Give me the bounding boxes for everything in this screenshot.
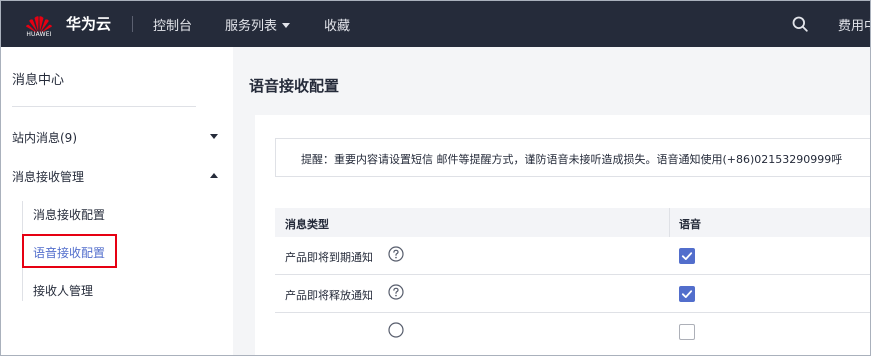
notice-text: 提醒：重要内容请设置短信 邮件等提醒方式，谨防语音未接听造成损失。语音通知使用(… <box>301 153 843 166</box>
sidebar-group-site-messages[interactable]: 站内消息(9) <box>12 129 77 146</box>
window-frame: HUAWEI 华为云 控制台 服务列表 收藏 费用中 消息中心 站内消息(9) … <box>0 0 871 356</box>
table-row: 产品即将到期通知 <box>275 237 870 275</box>
checkmark-icon <box>681 290 693 298</box>
sidebar: 消息中心 站内消息(9) 消息接收管理 消息接收配置 语音接收配置 接收人管理 <box>1 47 233 355</box>
search-icon[interactable] <box>792 16 808 32</box>
page-title: 语音接收配置 <box>249 77 340 95</box>
caret-down-icon[interactable] <box>210 134 218 139</box>
nav-billing-link[interactable]: 费用中 <box>838 15 870 34</box>
voice-checkbox[interactable] <box>679 286 695 302</box>
nav-console-link[interactable]: 控制台 <box>153 15 192 34</box>
logo-wordmark: HUAWEI <box>26 31 52 38</box>
sidebar-item-recipient-management[interactable]: 接收人管理 <box>33 282 93 299</box>
help-icon[interactable] <box>388 322 404 338</box>
caret-up-icon[interactable] <box>210 173 218 178</box>
voice-checkbox[interactable] <box>679 324 695 340</box>
top-navigation-bar: HUAWEI 华为云 控制台 服务列表 收藏 费用中 <box>1 1 870 47</box>
column-header-voice: 语音 <box>679 218 701 231</box>
row-label: 产品即将到期通知 <box>285 251 373 264</box>
nav-service-list-label: 服务列表 <box>225 19 278 34</box>
table-row: 产品即将释放通知 <box>275 275 870 313</box>
help-icon[interactable] <box>388 284 404 300</box>
help-icon[interactable] <box>388 246 404 262</box>
table-row <box>275 313 870 350</box>
row-label: 产品即将释放通知 <box>285 289 373 302</box>
brand-name[interactable]: 华为云 <box>66 13 111 34</box>
checkmark-icon <box>681 252 693 260</box>
highlight-annotation-box <box>22 234 117 268</box>
sidebar-divider <box>12 106 196 107</box>
nav-service-list-menu[interactable]: 服务列表 <box>225 15 291 34</box>
sidebar-item-message-receive-config[interactable]: 消息接收配置 <box>33 206 105 223</box>
voice-checkbox[interactable] <box>679 248 695 264</box>
column-header-message-type: 消息类型 <box>285 218 329 231</box>
caret-down-icon <box>282 23 291 28</box>
column-divider <box>669 208 670 237</box>
notice-banner: 提醒：重要内容请设置短信 邮件等提醒方式，谨防语音未接听造成损失。语音通知使用(… <box>275 138 870 177</box>
nav-favorites-link[interactable]: 收藏 <box>324 15 350 34</box>
sidebar-title: 消息中心 <box>12 73 65 88</box>
nav-divider <box>132 16 133 32</box>
sidebar-group-receive-management[interactable]: 消息接收管理 <box>12 168 84 185</box>
table-header: 消息类型 语音 <box>275 208 870 237</box>
